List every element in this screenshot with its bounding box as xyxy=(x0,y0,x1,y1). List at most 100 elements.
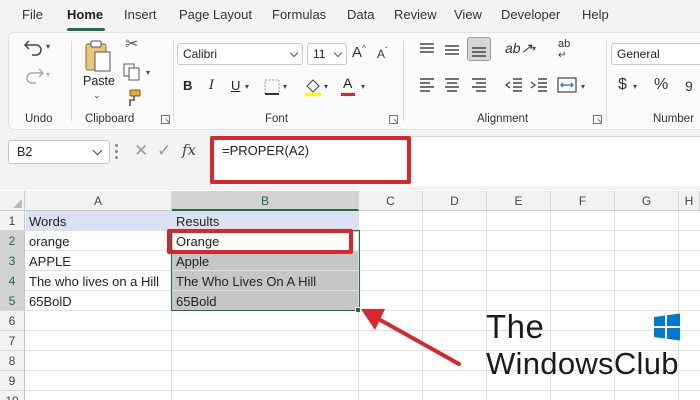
align-center-icon[interactable] xyxy=(443,77,461,95)
underline-button[interactable]: U xyxy=(231,79,240,92)
row-header-10[interactable]: 10 xyxy=(0,391,25,400)
align-bottom-icon xyxy=(472,47,486,57)
number-format-combo[interactable]: General xyxy=(611,43,700,65)
enter-icon[interactable]: ✓ xyxy=(157,141,171,161)
menu-insert[interactable]: Insert xyxy=(124,7,157,22)
cell-b5[interactable]: 65Bold xyxy=(173,291,216,311)
grow-font-icon[interactable]: A^ xyxy=(352,45,366,61)
align-top-icon[interactable] xyxy=(418,41,436,59)
font-color-button[interactable]: A xyxy=(343,76,352,90)
menu-page-layout[interactable]: Page Layout xyxy=(179,7,252,22)
cell-b3[interactable]: Apple xyxy=(173,251,209,271)
chevron-down-icon xyxy=(92,145,103,156)
cell-a3[interactable]: APPLE xyxy=(26,251,71,271)
row-header-7[interactable]: 7 xyxy=(0,331,25,351)
increase-indent-icon[interactable] xyxy=(530,77,548,95)
undo-icon[interactable] xyxy=(23,37,45,59)
col-header-b[interactable]: B xyxy=(172,191,359,211)
copy-dropdown-icon[interactable]: ▾ xyxy=(146,69,150,77)
clipboard-launcher-icon[interactable] xyxy=(161,115,170,124)
align-bottom-button[interactable] xyxy=(467,37,491,61)
menu-view[interactable]: View xyxy=(454,7,482,22)
decrease-indent-icon[interactable] xyxy=(504,77,523,95)
row-header-5[interactable]: 5 xyxy=(0,291,25,311)
cell-a4[interactable]: The who lives on a Hill xyxy=(26,271,159,291)
format-painter-icon[interactable] xyxy=(124,89,142,109)
menu-help[interactable]: Help xyxy=(582,7,609,22)
currency-dropdown-icon[interactable]: ▾ xyxy=(633,83,637,91)
name-box[interactable]: B2 xyxy=(8,140,110,164)
col-header-e[interactable]: E xyxy=(487,191,551,211)
logo-line-2: WindowsClub xyxy=(486,346,679,381)
annotation-arrow-icon xyxy=(361,309,461,366)
row-header-9[interactable]: 9 xyxy=(0,371,25,391)
formula-bar-grip-icon[interactable] xyxy=(115,144,118,160)
row-header-4[interactable]: 4 xyxy=(0,271,25,291)
menu-data[interactable]: Data xyxy=(347,7,374,22)
borders-dropdown-icon[interactable]: ▾ xyxy=(283,83,287,91)
col-header-d[interactable]: D xyxy=(423,191,487,211)
menu-formulas[interactable]: Formulas xyxy=(272,7,326,22)
menu-review[interactable]: Review xyxy=(394,7,437,22)
select-all-corner[interactable] xyxy=(0,191,25,211)
align-middle-icon[interactable] xyxy=(443,41,461,59)
font-launcher-icon[interactable] xyxy=(389,115,398,124)
col-header-h[interactable]: H xyxy=(679,191,700,211)
cell-a5[interactable]: 65BolD xyxy=(26,291,72,311)
orientation-icon[interactable]: ab↗ xyxy=(505,41,532,55)
undo-dropdown-icon[interactable]: ▾ xyxy=(46,43,50,51)
font-name-combo[interactable]: Calibri xyxy=(177,43,303,65)
cell-a1[interactable]: Words xyxy=(26,211,66,231)
paste-label[interactable]: Paste xyxy=(83,75,115,88)
col-header-c[interactable]: C xyxy=(359,191,423,211)
currency-button[interactable]: $ xyxy=(618,77,627,93)
grid-line xyxy=(25,250,700,251)
font-size-combo[interactable]: 11 xyxy=(307,43,347,65)
redo-icon[interactable] xyxy=(23,65,45,87)
merge-center-icon[interactable] xyxy=(557,76,577,96)
shrink-font-icon[interactable]: Aˇ xyxy=(377,47,388,61)
row-header-8[interactable]: 8 xyxy=(0,351,25,371)
comma-style-icon[interactable]: 9 xyxy=(685,79,693,93)
align-left-icon[interactable] xyxy=(418,77,436,95)
menu-developer[interactable]: Developer xyxy=(501,7,560,22)
menu-file[interactable]: File xyxy=(22,7,43,22)
cell-b4[interactable]: The Who Lives On A Hill xyxy=(173,271,316,291)
cell-a2[interactable]: orange xyxy=(26,231,69,251)
ribbon: ▾ ▾ Undo Paste ⌄ ✂ ▾ Clipboard Calibri 1… xyxy=(0,32,700,130)
cancel-icon[interactable]: ✕ xyxy=(134,141,148,161)
paste-icon[interactable] xyxy=(83,39,113,77)
row-header-6[interactable]: 6 xyxy=(0,311,25,331)
align-right-icon[interactable] xyxy=(470,77,488,95)
cut-icon[interactable]: ✂ xyxy=(125,37,138,53)
paste-dropdown-icon[interactable]: ⌄ xyxy=(93,91,101,100)
fill-color-dropdown-icon[interactable]: ▾ xyxy=(324,83,328,91)
col-header-f[interactable]: F xyxy=(551,191,615,211)
logo-line-1: The xyxy=(486,308,545,345)
underline-dropdown-icon[interactable]: ▾ xyxy=(245,83,249,91)
row-header-1[interactable]: 1 xyxy=(0,211,25,231)
group-label-clipboard: Clipboard xyxy=(85,113,135,125)
merge-dropdown-icon[interactable]: ▾ xyxy=(581,83,585,91)
row-header-3[interactable]: 3 xyxy=(0,251,25,271)
italic-button[interactable]: I xyxy=(209,79,214,92)
fill-color-icon[interactable] xyxy=(303,77,323,99)
col-header-g[interactable]: G xyxy=(615,191,679,211)
copy-icon[interactable] xyxy=(123,63,141,83)
wrap-text-button[interactable]: ab ↵ xyxy=(558,39,570,61)
orientation-dropdown-icon[interactable]: ▾ xyxy=(532,45,536,53)
group-separator xyxy=(606,41,607,121)
cell-b1[interactable]: Results xyxy=(173,211,219,231)
percent-button[interactable]: % xyxy=(654,77,668,93)
font-color-dropdown-icon[interactable]: ▾ xyxy=(361,83,365,91)
font-size-value: 11 xyxy=(313,47,326,61)
col-header-a[interactable]: A xyxy=(25,191,172,211)
menu-home[interactable]: Home xyxy=(67,7,103,22)
alignment-launcher-icon[interactable] xyxy=(593,115,602,124)
insert-function-icon[interactable]: fx xyxy=(182,141,196,159)
bold-button[interactable]: B xyxy=(183,79,192,92)
redo-dropdown-icon[interactable]: ▾ xyxy=(46,71,50,79)
row-header-2[interactable]: 2 xyxy=(0,231,25,251)
borders-icon[interactable] xyxy=(264,79,280,97)
font-color-swatch xyxy=(341,93,355,96)
